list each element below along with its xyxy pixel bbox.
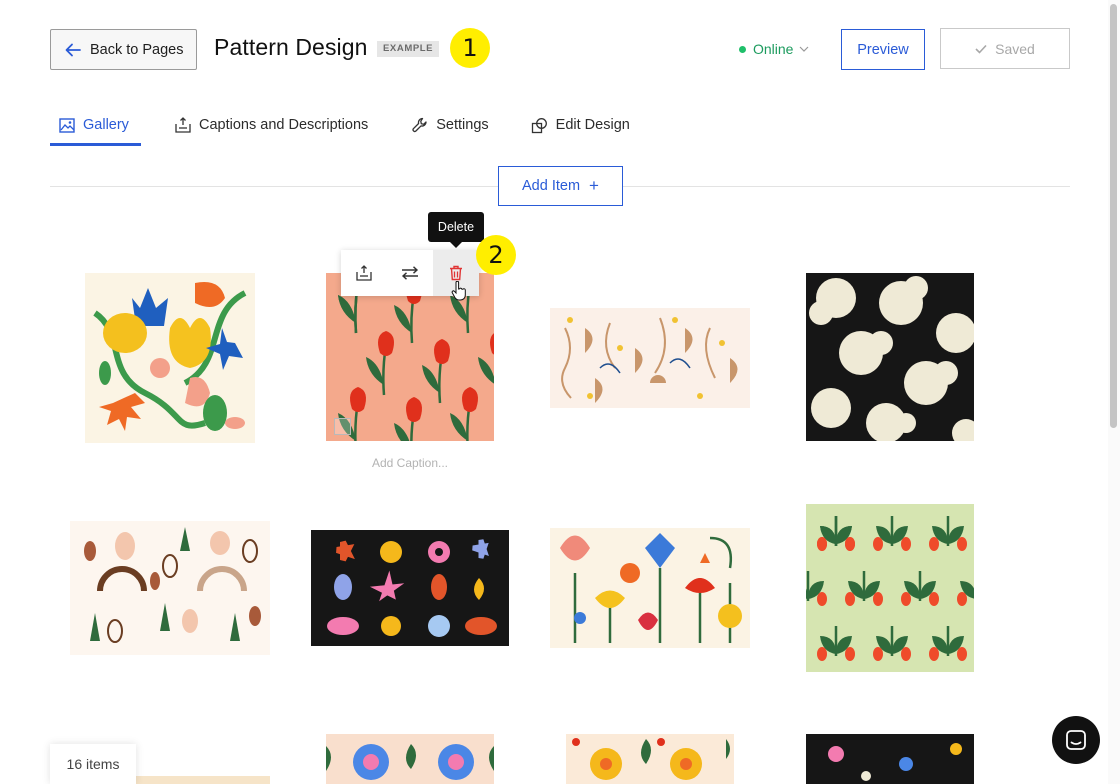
replace-icon xyxy=(401,266,419,280)
add-item-label: Add Item xyxy=(522,178,581,194)
check-icon xyxy=(975,44,987,54)
items-count-badge: 16 items xyxy=(50,744,136,784)
tab-edit-design[interactable]: Edit Design xyxy=(531,104,630,146)
caption-icon xyxy=(356,265,372,281)
abstract-pattern-image xyxy=(561,317,738,403)
preview-button[interactable]: Preview xyxy=(841,29,925,70)
add-caption-field[interactable]: Add Caption... xyxy=(326,456,494,470)
page-title: Pattern Design xyxy=(214,34,368,60)
arrow-left-icon xyxy=(65,43,81,56)
annotation-marker-2: 2 xyxy=(476,235,516,275)
gallery-item-11[interactable] xyxy=(566,734,734,784)
flower-shapes-image xyxy=(327,539,497,637)
wildflower-image xyxy=(560,533,742,643)
status-dropdown[interactable]: Online xyxy=(739,41,809,57)
gallery-item-6[interactable] xyxy=(311,530,509,646)
green-tulip-pattern-image xyxy=(806,514,974,663)
tab-settings[interactable]: Settings xyxy=(412,104,489,146)
gallery-item-5[interactable] xyxy=(70,521,270,655)
back-to-pages-button[interactable]: Back to Pages xyxy=(50,29,197,70)
chevron-down-icon xyxy=(800,46,809,52)
gallery-item-8[interactable] xyxy=(806,504,974,672)
blue-flower-pattern-image xyxy=(326,744,494,780)
dark-flower-pattern-image xyxy=(828,743,962,781)
saved-label: Saved xyxy=(995,40,1035,57)
trash-icon xyxy=(450,265,462,281)
chat-icon xyxy=(1066,730,1086,750)
select-checkbox[interactable] xyxy=(334,418,351,435)
tulip-pattern-image xyxy=(336,273,494,441)
tab-settings-label: Settings xyxy=(436,117,489,133)
gallery-item-12[interactable] xyxy=(806,734,974,784)
gallery-item-3[interactable] xyxy=(550,308,750,408)
example-badge: EXAMPLE xyxy=(377,41,440,57)
cloud-pattern-image xyxy=(809,276,974,441)
wrench-icon xyxy=(412,117,427,133)
tab-bar: Gallery Captions and Descriptions Settin… xyxy=(50,104,630,146)
gallery-item-10[interactable] xyxy=(326,734,494,784)
gallery-item-7[interactable] xyxy=(550,528,750,648)
botanical-pattern-image xyxy=(84,527,261,643)
tab-gallery-label: Gallery xyxy=(83,117,129,133)
edit-caption-button[interactable] xyxy=(341,250,387,296)
scrollbar-thumb[interactable] xyxy=(1110,4,1117,428)
add-item-button[interactable]: Add Item + xyxy=(498,166,623,206)
online-dot-icon xyxy=(739,45,746,53)
chat-button[interactable] xyxy=(1052,716,1100,764)
gallery-item-1[interactable] xyxy=(85,273,255,443)
status-label: Online xyxy=(753,41,794,57)
tab-gallery[interactable]: Gallery xyxy=(50,104,141,146)
yellow-flower-pattern-image xyxy=(572,738,730,780)
image-icon xyxy=(59,117,75,133)
back-to-pages-label: Back to Pages xyxy=(90,41,184,58)
design-icon xyxy=(531,117,547,133)
floral-pattern-image xyxy=(93,282,247,431)
tab-captions[interactable]: Captions and Descriptions xyxy=(175,104,368,146)
plus-icon: + xyxy=(589,176,599,195)
tab-captions-label: Captions and Descriptions xyxy=(199,117,369,133)
tab-edit-design-label: Edit Design xyxy=(555,117,630,133)
delete-tooltip: Delete xyxy=(428,212,484,248)
hand-cursor-icon xyxy=(451,281,466,301)
gallery-item-4[interactable] xyxy=(806,273,974,441)
saved-button: Saved xyxy=(940,28,1070,69)
gallery-item-2[interactable] xyxy=(326,273,494,441)
replace-button[interactable] xyxy=(387,250,433,296)
caption-icon xyxy=(175,117,191,133)
annotation-marker-1: 1 xyxy=(450,28,490,68)
